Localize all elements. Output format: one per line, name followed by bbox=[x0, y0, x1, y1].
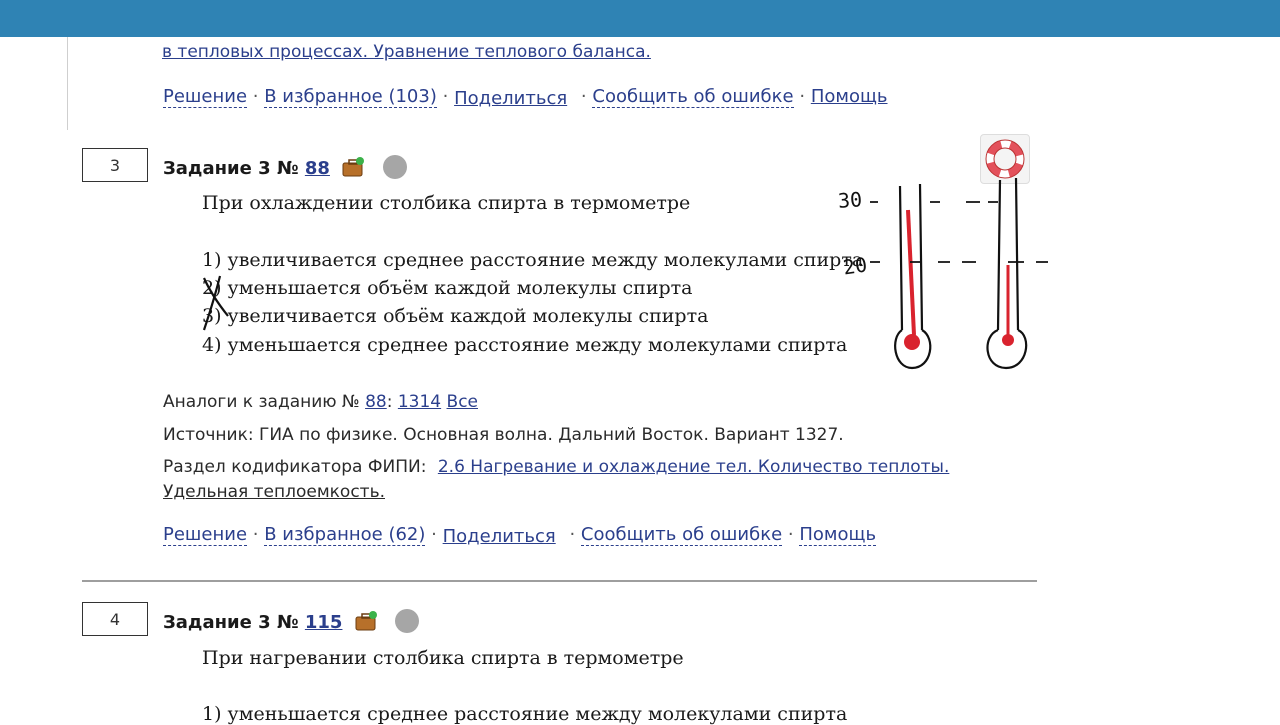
analogs-all-link[interactable]: Все bbox=[447, 392, 478, 412]
status-dot-icon bbox=[382, 155, 407, 179]
answer-option: 2) уменьшается объём каждой молекулы спи… bbox=[202, 277, 693, 299]
answer-option: 4) уменьшается среднее расстояние между … bbox=[202, 334, 848, 356]
handwritten-label-30: 30 bbox=[837, 187, 863, 213]
task-title-text: Задание 3 № bbox=[163, 612, 299, 633]
codifier-label: Раздел кодификатора ФИПИ: bbox=[163, 457, 427, 477]
separator: · bbox=[252, 524, 259, 545]
analog-link[interactable]: 1314 bbox=[398, 392, 441, 412]
favorites-button[interactable]: В избранное (103) bbox=[264, 86, 437, 108]
help-link[interactable]: Помощь bbox=[811, 86, 888, 107]
favorites-button[interactable]: В избранное (62) bbox=[264, 524, 426, 546]
solution-button[interactable]: Решение bbox=[163, 86, 248, 108]
help-link[interactable]: Помощь bbox=[799, 524, 877, 546]
handwritten-label-20: 20 bbox=[841, 252, 869, 280]
share-link[interactable]: Поделиться bbox=[454, 88, 567, 109]
analogs-task-link[interactable]: 88 bbox=[365, 392, 387, 412]
prev-task-border bbox=[67, 37, 68, 130]
separator: · bbox=[569, 524, 576, 545]
task-id-link[interactable]: 88 bbox=[305, 158, 330, 179]
task-id-link[interactable]: 115 bbox=[305, 612, 343, 633]
answer-option: 1) уменьшается среднее расстояние между … bbox=[202, 703, 848, 725]
briefcase-icon[interactable] bbox=[342, 157, 365, 177]
codifier-link-continued[interactable]: Удельная теплоемкость. bbox=[163, 482, 385, 502]
separator: · bbox=[442, 86, 449, 107]
briefcase-icon[interactable] bbox=[355, 611, 377, 631]
prev-section-link[interactable]: в тепловых процессах. Уравнение тепловог… bbox=[162, 42, 651, 62]
solution-button[interactable]: Решение bbox=[163, 524, 248, 546]
separator: · bbox=[580, 86, 587, 107]
report-error-button[interactable]: Сообщить об ошибке bbox=[592, 86, 794, 108]
source-line: Источник: ГИА по физике. Основная волна.… bbox=[163, 425, 844, 445]
status-dot-icon bbox=[395, 609, 420, 633]
answer-option: 3) увеличивается объём каждой молекулы с… bbox=[202, 305, 709, 327]
task-number-box[interactable]: 4 bbox=[82, 602, 148, 636]
handwritten-cross-mark bbox=[202, 275, 229, 331]
prev-task-actions: Решение · В избранное (103) · Поделиться… bbox=[163, 86, 888, 109]
task-divider bbox=[82, 580, 1037, 582]
task-number-box[interactable]: 3 bbox=[82, 148, 148, 182]
top-bar bbox=[0, 0, 1280, 37]
answer-option: 1) увеличивается среднее расстояние межд… bbox=[202, 249, 864, 271]
separator: · bbox=[799, 86, 806, 107]
codifier-line: Раздел кодификатора ФИПИ: 2.6 Нагревание… bbox=[163, 457, 949, 477]
task-title-text: Задание 3 № bbox=[163, 158, 299, 179]
task-title: Задание 3 № 115 bbox=[163, 609, 420, 633]
task-title: Задание 3 № 88 bbox=[163, 155, 407, 179]
task-actions: Решение · В избранное (62) · Поделиться … bbox=[163, 524, 877, 547]
report-error-button[interactable]: Сообщить об ошибке bbox=[580, 524, 783, 546]
analogs-label: Аналоги к заданию № bbox=[163, 392, 360, 412]
separator: · bbox=[431, 524, 437, 545]
analogs-line: Аналоги к заданию № 88: 1314 Все bbox=[163, 392, 478, 412]
separator: · bbox=[252, 86, 259, 107]
analogs-colon: : bbox=[386, 392, 393, 412]
question-text: При нагревании столбика спирта в термоме… bbox=[202, 647, 684, 669]
codifier-link[interactable]: 2.6 Нагревание и охлаждение тел. Количес… bbox=[438, 457, 950, 477]
separator: · bbox=[787, 524, 794, 545]
question-text: При охлаждении столбика спирта в термоме… bbox=[202, 192, 691, 214]
share-link[interactable]: Поделиться bbox=[443, 526, 556, 547]
